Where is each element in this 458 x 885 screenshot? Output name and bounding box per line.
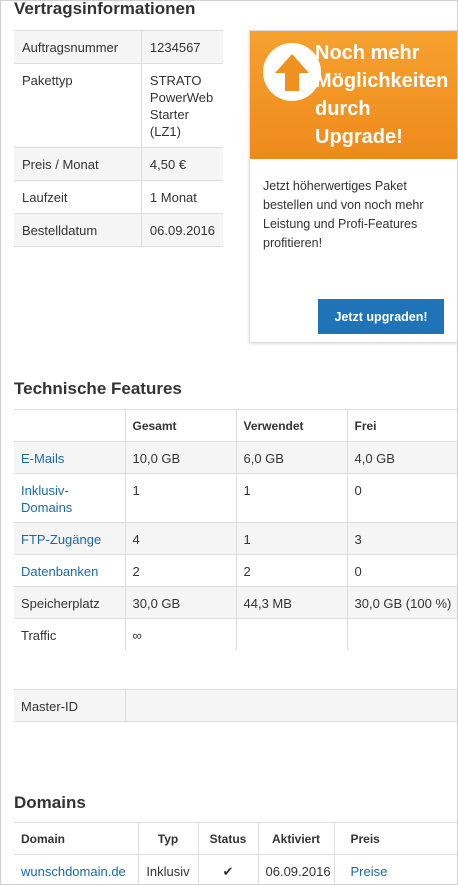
feature-link-domains[interactable]: Inklusiv-Domains [21,483,72,515]
upgrade-banner: Noch mehr Möglichkeiten durch Upgrade! [250,31,457,159]
feature-used: 6,0 GB [235,441,348,474]
features-table: Gesamt Verwendet Frei E-Mails 10,0 GB 6,… [14,409,457,650]
feature-link-ftp[interactable]: FTP-Zugänge [21,532,101,547]
features-heading: Technische Features [14,379,182,398]
feature-name-cell: Inklusiv-Domains [14,473,126,523]
price-link[interactable]: Preise [351,864,388,879]
feature-name-cell: Datenbanken [14,554,126,587]
column-header [14,409,126,442]
contract-table: Auftragsnummer 1234567 Pakettyp STRATO P… [14,30,223,247]
page-frame: Vertragsinformationen Auftragsnummer 123… [0,0,458,885]
row-label: Pakettyp [14,63,142,148]
upgrade-promo-card: Noch mehr Möglichkeiten durch Upgrade! J… [249,30,457,343]
column-header: Aktiviert [257,822,335,855]
column-header: Frei [346,409,457,442]
row-value: 1 Monat [141,180,223,214]
column-header: Domain [14,822,139,855]
price-cell: Preise [333,854,457,884]
master-id-label: Master-ID [14,689,126,722]
row-label: Laufzeit [14,180,142,214]
status-check-icon: ✔ [197,854,259,884]
feature-used: 1 [235,473,348,523]
domain-cell: wunschdomain.de [14,854,139,884]
table-row: Speicherplatz 30,0 GB 44,3 MB 30,0 GB (1… [14,586,457,619]
domain-activated: 06.09.2016 [257,854,335,884]
feature-free [346,618,457,650]
table-row: Auftragsnummer 1234567 [14,30,223,64]
domains-heading: Domains [14,793,86,812]
feature-link-emails[interactable]: E-Mails [21,451,64,466]
domain-type: Inklusiv [137,854,199,884]
table-row: Laufzeit 1 Monat [14,180,223,214]
feature-name: Speicherplatz [14,586,126,619]
feature-name: Traffic [14,618,126,650]
contract-heading: Vertragsinformationen [14,0,196,18]
table-header-row: Domain Typ Status Aktiviert Preis [14,822,457,855]
feature-total: 10,0 GB [124,441,237,474]
upgrade-title: Noch mehr Möglichkeiten durch Upgrade! [315,39,457,151]
table-row: Datenbanken 2 2 0 [14,554,457,587]
feature-free: 3 [346,522,457,555]
column-header: Gesamt [124,409,237,442]
master-id-value [124,689,457,722]
feature-free: 0 [346,554,457,587]
feature-used: 1 [235,522,348,555]
table-row: Bestelldatum 06.09.2016 [14,213,223,247]
row-value: 4,50 € [141,147,223,181]
column-header: Verwendet [235,409,348,442]
feature-free: 4,0 GB [346,441,457,474]
upgrade-description: Jetzt höherwertiges Paket bestellen und … [263,179,424,250]
feature-free: 30,0 GB (100 %) [346,586,457,619]
table-row: Preis / Monat 4,50 € [14,147,223,181]
table-row: Master-ID [14,689,457,722]
feature-total: 4 [124,522,237,555]
upgrade-title-line: Upgrade! [315,126,403,148]
feature-name-cell: E-Mails [14,441,126,474]
upgrade-title-line: Möglichkeiten [315,70,449,92]
table-row: Inklusiv-Domains 1 1 0 [14,473,457,523]
feature-name-cell: FTP-Zugänge [14,522,126,555]
row-label: Auftragsnummer [14,30,142,64]
feature-used [235,618,348,650]
column-header: Status [197,822,259,855]
table-header-row: Gesamt Verwendet Frei [14,409,457,442]
feature-used: 44,3 MB [235,586,348,619]
column-header: Preis [333,822,457,855]
feature-free: 0 [346,473,457,523]
upgrade-button[interactable]: Jetzt upgraden! [318,299,444,334]
table-row: wunschdomain.de Inklusiv ✔ 06.09.2016 Pr… [14,854,457,884]
row-label: Bestelldatum [14,213,142,247]
table-row: E-Mails 10,0 GB 6,0 GB 4,0 GB [14,441,457,474]
feature-link-databases[interactable]: Datenbanken [21,564,98,579]
table-row: Traffic ∞ [14,618,457,650]
row-label: Preis / Monat [14,147,142,181]
arrow-up-icon [263,43,321,101]
feature-total: ∞ [124,618,237,650]
feature-total: 2 [124,554,237,587]
table-row: Pakettyp STRATO PowerWeb Starter (LZ1) [14,63,223,148]
master-id-table: Master-ID [14,689,457,722]
domains-table: Domain Typ Status Aktiviert Preis wunsch… [14,822,457,884]
feature-total: 30,0 GB [124,586,237,619]
column-header: Typ [137,822,199,855]
row-value: 06.09.2016 [141,213,223,247]
row-value: STRATO PowerWeb Starter (LZ1) [141,63,223,148]
upgrade-title-line: Noch mehr [315,42,420,64]
feature-used: 2 [235,554,348,587]
domain-link[interactable]: wunschdomain.de [21,864,126,879]
table-row: FTP-Zugänge 4 1 3 [14,522,457,555]
feature-total: 1 [124,473,237,523]
upgrade-title-line: durch [315,98,371,120]
row-value: 1234567 [141,30,223,64]
